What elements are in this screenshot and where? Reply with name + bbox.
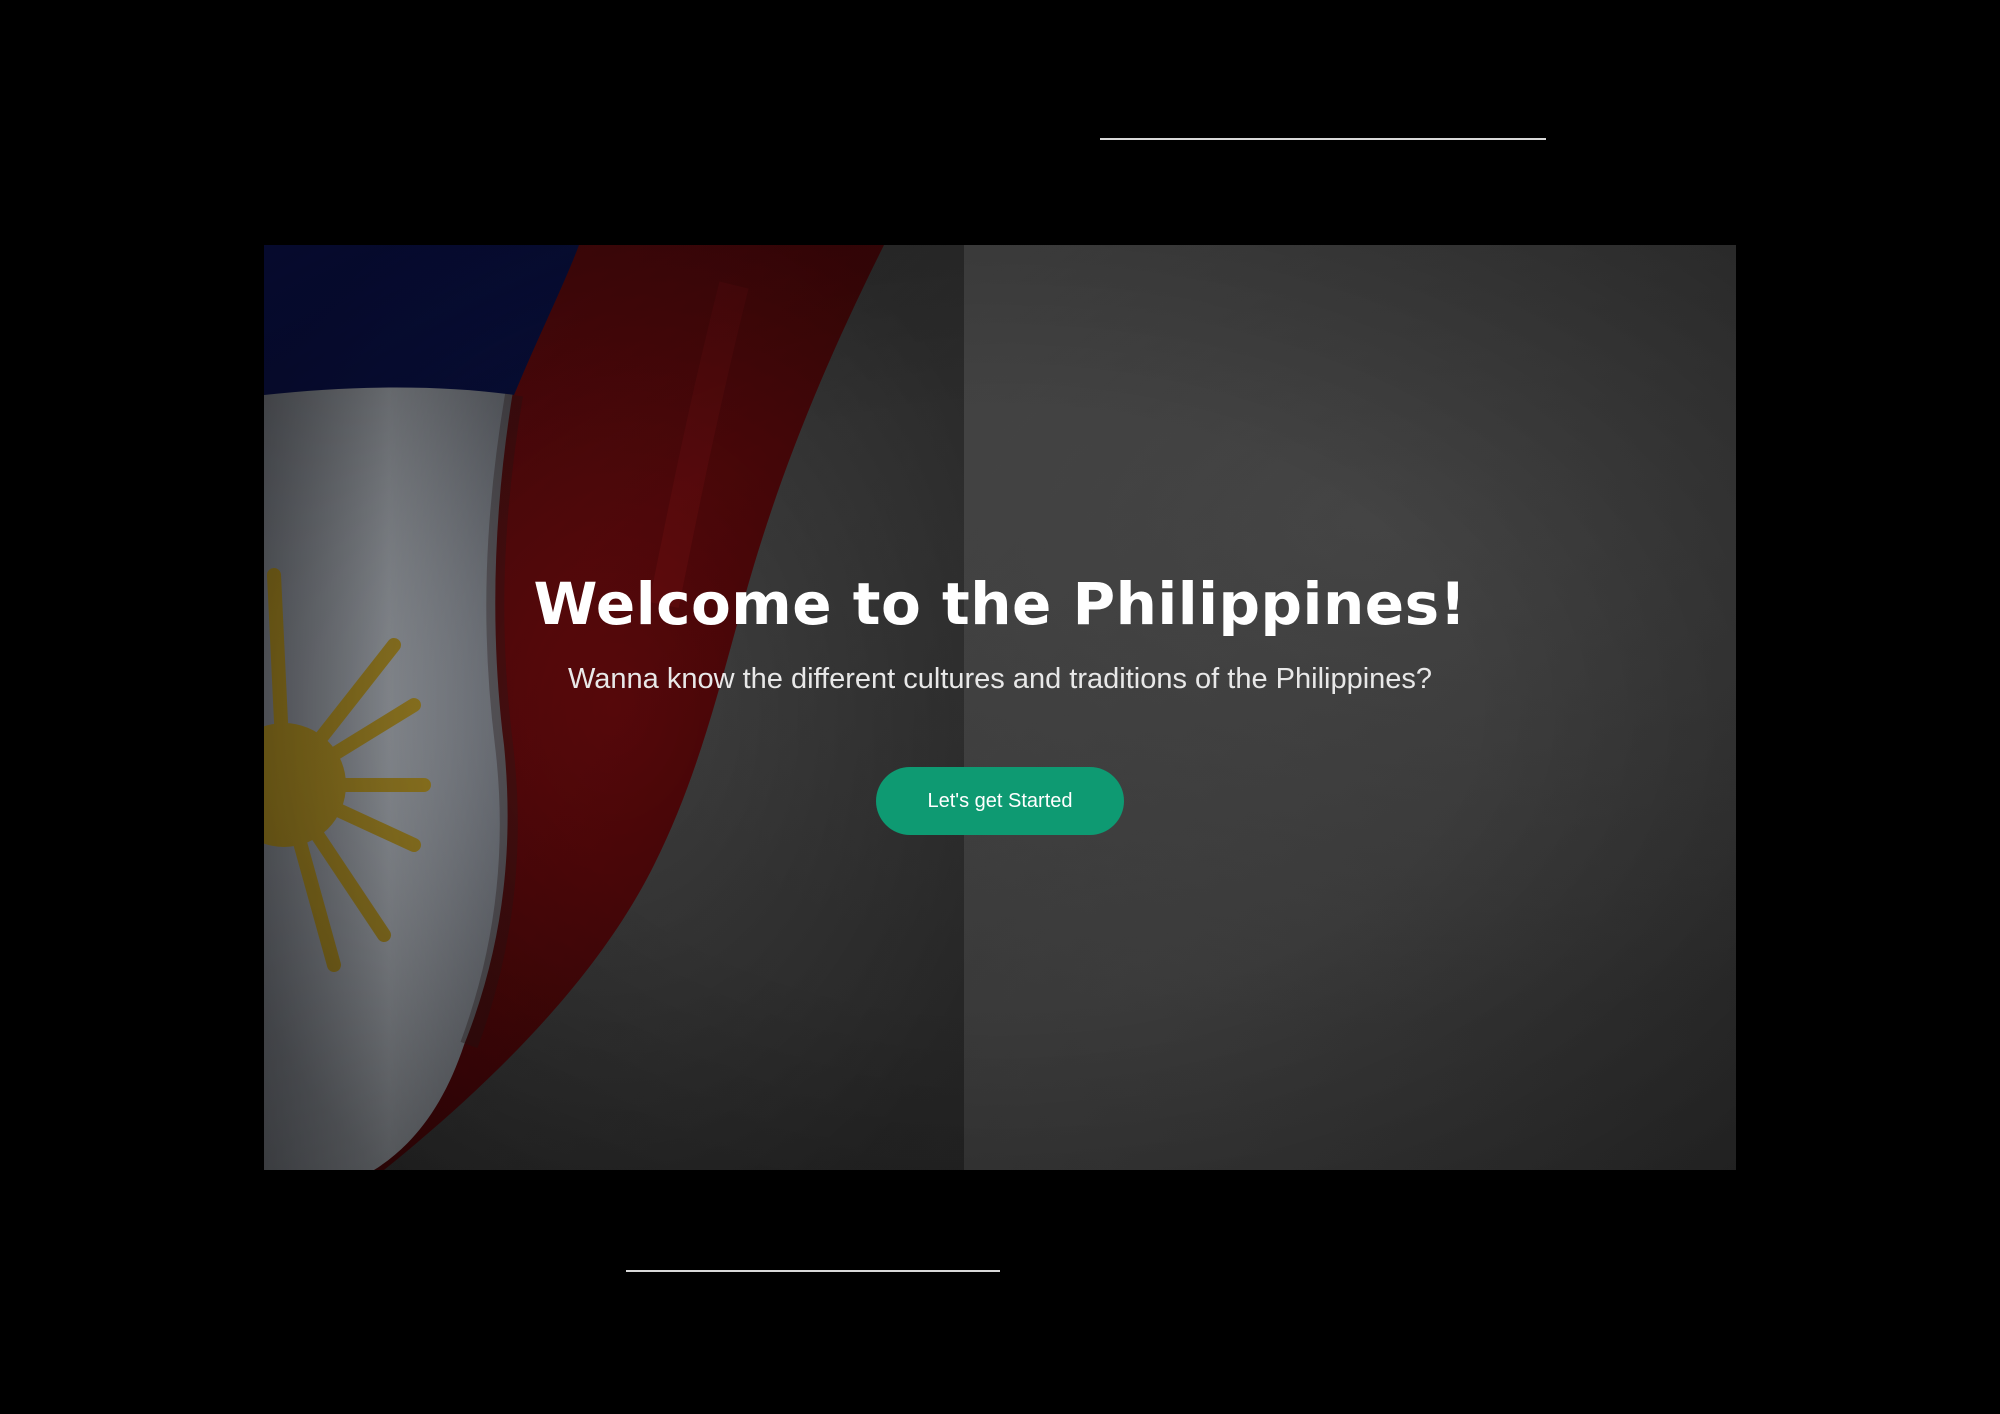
hero-content: Welcome to the Philippines! Wanna know t… <box>264 245 1736 1170</box>
hero-title: Welcome to the Philippines! <box>533 570 1467 638</box>
get-started-button[interactable]: Let's get Started <box>876 767 1124 835</box>
top-divider-line <box>1100 138 1546 140</box>
bottom-divider-line <box>626 1270 1000 1272</box>
hero-subtitle: Wanna know the different cultures and tr… <box>567 663 1433 695</box>
hero-banner: Welcome to the Philippines! Wanna know t… <box>264 245 1736 1170</box>
page: Welcome to the Philippines! Wanna know t… <box>0 0 2000 1414</box>
